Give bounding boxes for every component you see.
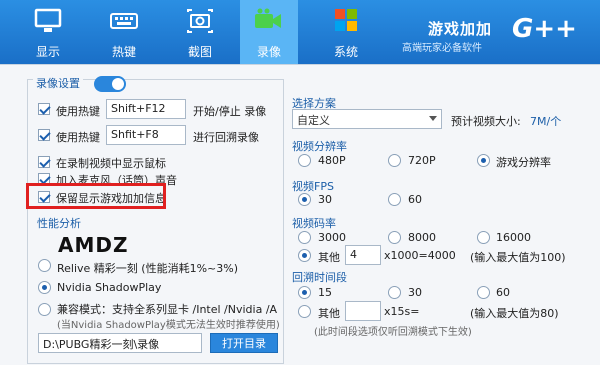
compat-radio[interactable] xyxy=(38,303,51,316)
bitrate-other-label: 其他 xyxy=(318,251,340,264)
backtrack-label: 回溯时间段 xyxy=(292,271,347,284)
resolution-game-radio[interactable] xyxy=(477,154,490,167)
backtrack-max-note: (输入最大值为80) xyxy=(470,307,559,320)
backtrack-60-radio[interactable] xyxy=(477,286,490,299)
tab-display-label: 显示 xyxy=(35,45,60,59)
hotkey-1-checkbox[interactable] xyxy=(38,103,50,115)
est-size-value: 7M/个 xyxy=(530,115,562,128)
brand-title: 游戏加加 xyxy=(428,20,493,38)
bitrate-8000-radio[interactable] xyxy=(388,231,401,244)
video-camera-icon xyxy=(255,8,281,28)
backtrack-other-label: 其他 xyxy=(318,307,340,320)
recording-toggle[interactable] xyxy=(94,76,126,92)
tab-screenshot-label: 截图 xyxy=(187,45,212,59)
monitor-icon xyxy=(34,8,62,32)
backtrack-60-label: 60 xyxy=(496,286,510,299)
hotkey-2-checkbox[interactable] xyxy=(38,129,50,141)
backtrack-other-suffix: x15s= xyxy=(384,305,420,318)
shadowplay-label: Nvidia ShadowPlay xyxy=(57,281,162,294)
perf-label: 性能分析 xyxy=(37,217,81,230)
top-bar: 显示 热键 截图 录像 系统 游戏加加 高端玩家必备软件 G++ xyxy=(0,0,600,64)
scheme-selected: 自定义 xyxy=(297,114,330,127)
backtrack-15-radio[interactable] xyxy=(298,286,311,299)
hotkey-2-input[interactable]: Shfit+F8 xyxy=(106,125,186,145)
bitrate-8000-label: 8000 xyxy=(408,231,436,244)
amd-logo: AMDZ xyxy=(58,233,129,257)
bitrate-16000-radio[interactable] xyxy=(477,231,490,244)
tab-hotkey-label: 热键 xyxy=(111,45,136,59)
tab-recording-label: 录像 xyxy=(256,45,281,59)
bitrate-other-radio[interactable] xyxy=(298,249,311,262)
fps-30-label: 30 xyxy=(318,193,332,206)
est-size-label: 预计视频大小: xyxy=(451,115,521,128)
chevron-down-icon xyxy=(429,116,437,121)
highlight-box xyxy=(26,183,166,209)
hotkey-2-label: 使用热键 xyxy=(56,131,100,144)
tab-display[interactable]: 显示 xyxy=(20,0,76,64)
resolution-480p-label: 480P xyxy=(318,154,346,167)
compat-note: (当Nvidia ShadowPlay模式无法生效时推荐使用) xyxy=(57,320,280,331)
windows-icon xyxy=(335,9,357,31)
resolution-720p-radio[interactable] xyxy=(388,154,401,167)
bitrate-3000-label: 3000 xyxy=(318,231,346,244)
show-cursor-checkbox[interactable] xyxy=(38,156,50,168)
resolution-label: 视频分辨率 xyxy=(292,140,347,153)
compat-label: 兼容模式：支持全系列显卡 /Intel /Nvidia /A xyxy=(57,303,278,316)
hotkey-1-label: 使用热键 xyxy=(56,105,100,118)
tab-system-label: 系统 xyxy=(333,45,358,59)
backtrack-15-label: 15 xyxy=(318,286,332,299)
fps-label: 视频FPS xyxy=(292,180,334,193)
tab-screenshot[interactable]: 截图 xyxy=(172,0,228,64)
shadowplay-radio[interactable] xyxy=(38,281,51,294)
resolution-game-label: 游戏分辨率 xyxy=(496,156,551,169)
fps-60-label: 60 xyxy=(408,193,422,206)
camera-icon xyxy=(187,9,213,33)
backtrack-other-radio[interactable] xyxy=(298,305,311,318)
backtrack-other-input[interactable] xyxy=(345,301,381,321)
recording-panel: 录像设置 使用热键 Shift+F12 开始/停止 录像 使用热键 Shfit+… xyxy=(0,64,600,365)
backtrack-note: (此时间段选项仅听回溯模式下生效) xyxy=(314,327,472,338)
tab-system[interactable]: 系统 xyxy=(318,0,374,64)
resolution-720p-label: 720P xyxy=(408,154,436,167)
bitrate-other-suffix: x1000=4000 xyxy=(384,249,456,262)
fps-30-radio[interactable] xyxy=(298,193,311,206)
hotkey-1-action: 开始/停止 录像 xyxy=(193,105,267,118)
show-cursor-label: 在录制视频中显示鼠标 xyxy=(56,157,166,170)
bitrate-label: 视频码率 xyxy=(292,217,336,230)
relive-radio[interactable] xyxy=(38,259,51,272)
tab-hotkey[interactable]: 热键 xyxy=(96,0,152,64)
scheme-select[interactable]: 自定义 xyxy=(292,109,442,129)
bitrate-max-note: (输入最大值为100) xyxy=(470,251,566,264)
relive-label: Relive 精彩一刻 (性能消耗1%~3%) xyxy=(57,262,238,275)
fps-60-radio[interactable] xyxy=(388,193,401,206)
hotkey-2-action: 进行回溯录像 xyxy=(193,131,259,144)
resolution-480p-radio[interactable] xyxy=(298,154,311,167)
backtrack-30-label: 30 xyxy=(408,286,422,299)
open-dir-button[interactable]: 打开目录 xyxy=(210,333,278,353)
recording-settings-label: 录像设置 xyxy=(33,75,83,91)
bitrate-other-input[interactable]: 4 xyxy=(345,245,381,265)
save-path-input[interactable]: D:\PUBG精彩一刻\录像 xyxy=(38,333,202,353)
keyboard-icon xyxy=(110,13,138,29)
brand-logo: G++ xyxy=(512,14,577,44)
brand-subtitle: 高端玩家必备软件 xyxy=(402,43,482,54)
bitrate-3000-radio[interactable] xyxy=(298,231,311,244)
tab-recording[interactable]: 录像 xyxy=(240,0,298,64)
bitrate-16000-label: 16000 xyxy=(496,231,531,244)
backtrack-30-radio[interactable] xyxy=(388,286,401,299)
hotkey-1-input[interactable]: Shift+F12 xyxy=(106,99,186,119)
